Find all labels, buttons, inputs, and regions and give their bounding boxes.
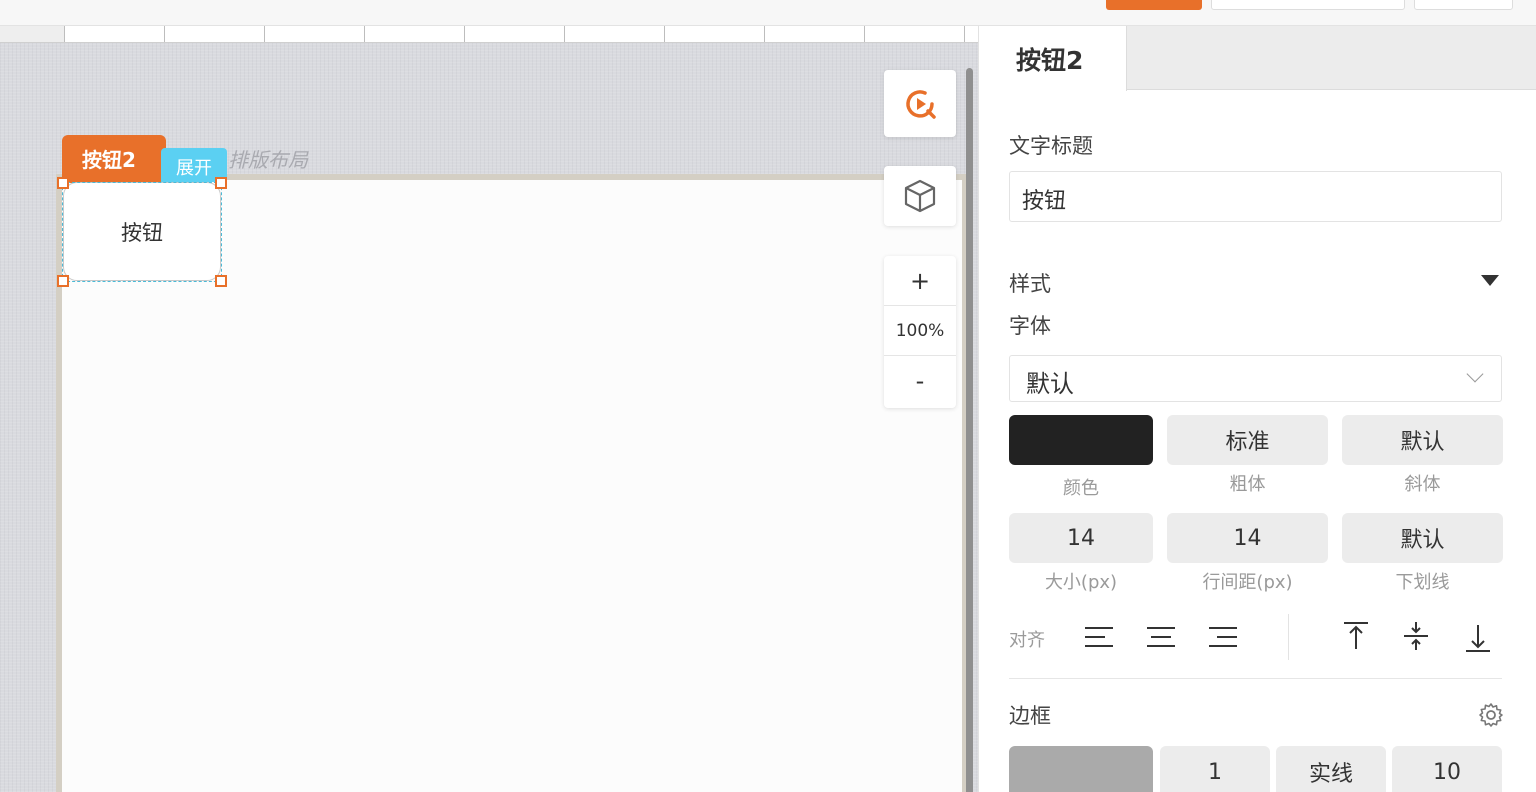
border-radius-input[interactable]: 10	[1392, 746, 1502, 792]
tab-component[interactable]: 按钮2	[979, 26, 1127, 91]
text-color-swatch[interactable]	[1009, 415, 1153, 465]
text-title-input[interactable]: 按钮	[1009, 171, 1502, 222]
border-color-swatch[interactable]	[1009, 746, 1153, 792]
play-circle-icon	[906, 89, 936, 119]
align-center-icon[interactable]	[1145, 621, 1177, 653]
horizontal-ruler	[0, 26, 1064, 43]
preview-button[interactable]	[884, 70, 956, 137]
align-middle-icon[interactable]	[1400, 620, 1432, 652]
line-height-caption: 行间距(px)	[1202, 572, 1293, 593]
toolbar-field[interactable]	[1211, 0, 1405, 10]
selected-button-component[interactable]: 按钮	[63, 182, 221, 281]
bold-select[interactable]: 标准	[1167, 415, 1328, 465]
properties-panel: 按钮2 文字标题 按钮 样式 字体 默认 标准 默认 颜色 粗体 斜体 14 1…	[978, 26, 1536, 792]
resize-handle-bottom-left[interactable]	[57, 275, 69, 287]
resize-handle-top-right[interactable]	[215, 177, 227, 189]
zoom-level: 100%	[884, 306, 956, 356]
align-left-icon[interactable]	[1083, 621, 1115, 653]
font-label: 字体	[1009, 314, 1051, 338]
bold-caption: 粗体	[1229, 474, 1266, 495]
border-width-input[interactable]: 1	[1160, 746, 1270, 792]
font-select[interactable]: 默认	[1009, 355, 1502, 402]
font-select-value: 默认	[1026, 370, 1074, 398]
toolbar-button[interactable]	[1414, 0, 1513, 10]
chevron-down-icon	[1466, 365, 1484, 383]
italic-caption: 斜体	[1404, 474, 1441, 495]
cube-icon	[904, 179, 936, 213]
border-style-select[interactable]: 实线	[1276, 746, 1386, 792]
align-separator	[1288, 614, 1289, 660]
align-bottom-icon[interactable]	[1462, 622, 1494, 654]
color-caption: 颜色	[1063, 478, 1099, 499]
line-height-input[interactable]: 14	[1167, 513, 1328, 563]
3d-view-button[interactable]	[884, 166, 956, 226]
border-label: 边框	[1009, 704, 1051, 728]
align-right-icon[interactable]	[1207, 621, 1239, 653]
primary-action-button[interactable]	[1106, 0, 1202, 10]
resize-handle-bottom-right[interactable]	[215, 275, 227, 287]
top-toolbar	[0, 0, 1536, 26]
align-top-icon[interactable]	[1340, 620, 1372, 652]
resize-handle-top-left[interactable]	[57, 177, 69, 189]
text-title-label: 文字标题	[1009, 134, 1093, 158]
align-label: 对齐	[1009, 630, 1045, 651]
layout-label: 排版布局	[228, 148, 308, 172]
font-size-caption: 大小(px)	[1044, 572, 1118, 593]
design-canvas[interactable]: 排版布局 按钮2 展开 按钮 + 100% -	[0, 26, 1064, 792]
underline-select[interactable]: 默认	[1342, 513, 1503, 563]
underline-caption: 下划线	[1395, 572, 1450, 593]
collapse-triangle-icon[interactable]	[1481, 275, 1499, 286]
vertical-scrollbar[interactable]	[966, 68, 973, 792]
font-size-input[interactable]: 14	[1009, 513, 1153, 563]
zoom-control: + 100% -	[884, 256, 956, 408]
zoom-in-button[interactable]: +	[884, 256, 956, 306]
gear-icon[interactable]	[1478, 702, 1504, 728]
style-section-title: 样式	[1009, 272, 1051, 296]
zoom-out-button[interactable]: -	[884, 356, 956, 406]
component-name-tag[interactable]: 按钮2	[62, 135, 166, 183]
italic-select[interactable]: 默认	[1342, 415, 1503, 465]
section-divider	[1009, 678, 1502, 679]
panel-tabs: 按钮2	[979, 26, 1536, 91]
